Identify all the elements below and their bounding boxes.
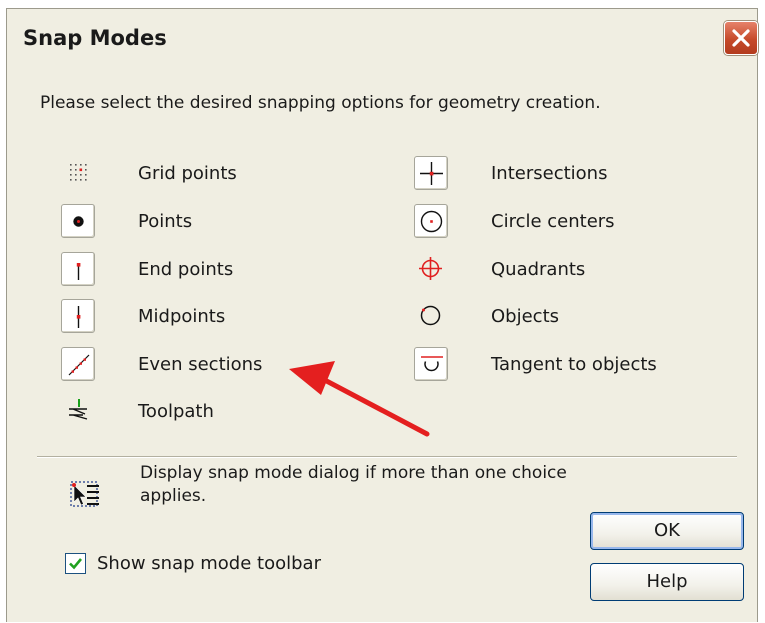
help-button[interactable]: Help xyxy=(590,563,744,601)
display-snap-dialog-text: Display snap mode dialog if more than on… xyxy=(140,463,567,506)
snap-modes-dialog: Snap Modes Please select the desired sna… xyxy=(6,8,758,622)
section-divider xyxy=(37,456,737,458)
show-toolbar-checkbox[interactable] xyxy=(65,553,86,574)
snap-dialog-icon xyxy=(69,480,103,514)
checkmark-icon xyxy=(69,558,83,570)
show-toolbar-label[interactable]: Show snap mode toolbar xyxy=(97,553,321,574)
ok-button[interactable]: OK xyxy=(590,512,744,550)
